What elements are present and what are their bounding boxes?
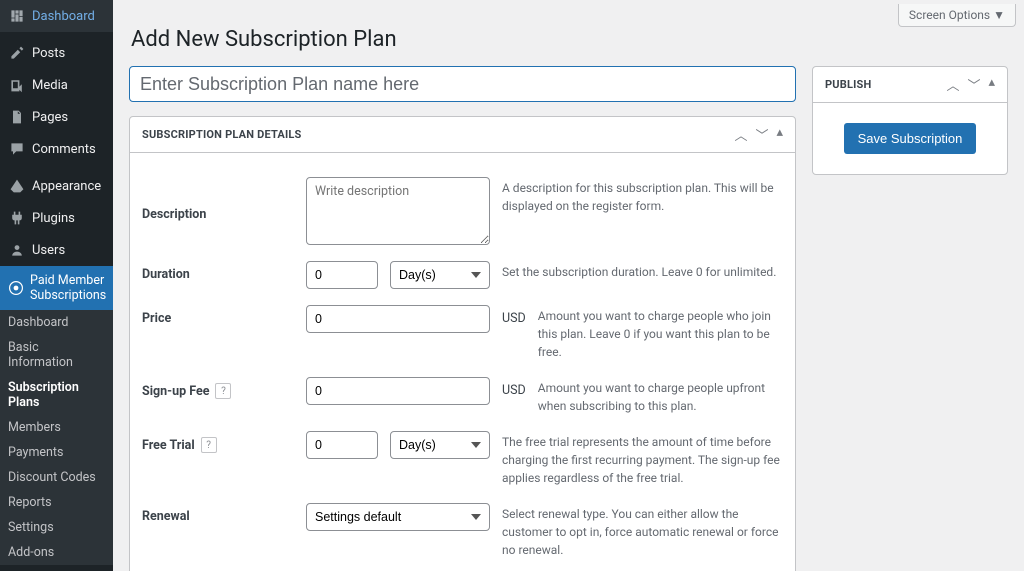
- toggle-icon[interactable]: ▴: [988, 75, 995, 94]
- publish-title: Publish: [825, 78, 871, 91]
- sidebar-label: Appearance: [32, 179, 101, 194]
- trial-input[interactable]: [306, 431, 378, 459]
- sidebar-item-pages[interactable]: Pages: [0, 101, 113, 133]
- move-up-icon[interactable]: ︿: [734, 125, 747, 144]
- chevron-down-icon: ▼: [993, 8, 1005, 22]
- posts-icon: [8, 44, 26, 62]
- renewal-select[interactable]: Settings default: [306, 503, 490, 531]
- renewal-label: Renewal: [142, 503, 294, 524]
- renewal-help: Select renewal type. You can either allo…: [502, 503, 783, 559]
- sidebar-item-appearance[interactable]: Appearance: [0, 170, 113, 202]
- save-subscription-button[interactable]: Save Subscription: [844, 123, 977, 154]
- sidebar-label: Media: [32, 78, 68, 93]
- duration-help: Set the subscription duration. Leave 0 f…: [502, 261, 783, 281]
- trial-help: The free trial represents the amount of …: [502, 431, 783, 487]
- signup-help: Amount you want to charge people upfront…: [538, 377, 783, 415]
- description-textarea[interactable]: [306, 177, 490, 245]
- submenu-settings[interactable]: Settings: [0, 515, 113, 540]
- submenu-addons[interactable]: Add-ons: [0, 540, 113, 565]
- comments-icon: [8, 140, 26, 158]
- duration-unit-select[interactable]: Day(s): [390, 261, 490, 289]
- submenu-reports[interactable]: Reports: [0, 490, 113, 515]
- price-label: Price: [142, 305, 294, 326]
- sidebar-label: Comments: [32, 142, 96, 157]
- pages-icon: [8, 108, 26, 126]
- sidebar-item-dashboard[interactable]: Dashboard: [0, 0, 113, 32]
- signup-label: Sign-up Fee?: [142, 377, 294, 399]
- publish-metabox: Publish ︿ ﹀ ▴ Save Subscription: [812, 66, 1008, 175]
- sidebar-item-posts[interactable]: Posts: [0, 37, 113, 69]
- sidebar-item-pms[interactable]: Paid Member Subscriptions: [0, 266, 113, 310]
- main-content: Screen Options ▼ Add New Subscription Pl…: [113, 0, 1024, 571]
- submenu-dashboard[interactable]: Dashboard: [0, 310, 113, 335]
- sidebar-label: Posts: [32, 46, 65, 61]
- submenu-members[interactable]: Members: [0, 415, 113, 440]
- plan-details-metabox: Subscription Plan Details ︿ ﹀ ▴ Descript…: [129, 116, 796, 571]
- topbar: Screen Options ▼: [113, 0, 1024, 27]
- description-help: A description for this subscription plan…: [502, 177, 783, 215]
- price-currency: USD: [502, 305, 526, 326]
- metabox-title: Subscription Plan Details: [142, 128, 302, 141]
- metabox-header: Subscription Plan Details ︿ ﹀ ▴: [130, 117, 795, 153]
- users-icon: [8, 241, 26, 259]
- sidebar-label: Users: [32, 243, 65, 258]
- pms-icon: [8, 279, 24, 297]
- trial-unit-select[interactable]: Day(s): [390, 431, 490, 459]
- sidebar-label: Paid Member Subscriptions: [30, 273, 106, 303]
- submenu-basic-info[interactable]: Basic Information: [0, 335, 113, 375]
- plan-title-input[interactable]: [129, 66, 796, 102]
- admin-sidebar: Dashboard Posts Media Pages Comments App…: [0, 0, 113, 571]
- submenu-subscription-plans[interactable]: Subscription Plans: [0, 375, 113, 415]
- move-up-icon[interactable]: ︿: [946, 75, 959, 94]
- signup-currency: USD: [502, 377, 526, 398]
- duration-label: Duration: [142, 261, 294, 282]
- description-label: Description: [142, 201, 294, 222]
- submenu-payments[interactable]: Payments: [0, 440, 113, 465]
- dashboard-icon: [8, 7, 26, 25]
- appearance-icon: [8, 177, 26, 195]
- sidebar-item-plugins[interactable]: Plugins: [0, 202, 113, 234]
- sidebar-item-comments[interactable]: Comments: [0, 133, 113, 165]
- sidebar-submenu: Dashboard Basic Information Subscription…: [0, 310, 113, 565]
- submenu-discount-codes[interactable]: Discount Codes: [0, 465, 113, 490]
- duration-input[interactable]: [306, 261, 378, 289]
- move-down-icon[interactable]: ﹀: [755, 125, 768, 144]
- sidebar-label: Dashboard: [32, 9, 95, 24]
- plugins-icon: [8, 209, 26, 227]
- trial-label: Free Trial?: [142, 431, 294, 453]
- price-input[interactable]: [306, 305, 490, 333]
- sidebar-label: Plugins: [32, 211, 75, 226]
- help-icon[interactable]: ?: [215, 383, 231, 399]
- sidebar-label: Pages: [32, 110, 68, 125]
- sidebar-item-media[interactable]: Media: [0, 69, 113, 101]
- page-title: Add New Subscription Plan: [113, 27, 1024, 66]
- help-icon[interactable]: ?: [201, 437, 217, 453]
- signup-fee-input[interactable]: [306, 377, 490, 405]
- toggle-icon[interactable]: ▴: [776, 125, 783, 144]
- screen-options-button[interactable]: Screen Options ▼: [898, 4, 1016, 27]
- move-down-icon[interactable]: ﹀: [967, 75, 980, 94]
- sidebar-item-users[interactable]: Users: [0, 234, 113, 266]
- price-help: Amount you want to charge people who joi…: [538, 305, 783, 361]
- media-icon: [8, 76, 26, 94]
